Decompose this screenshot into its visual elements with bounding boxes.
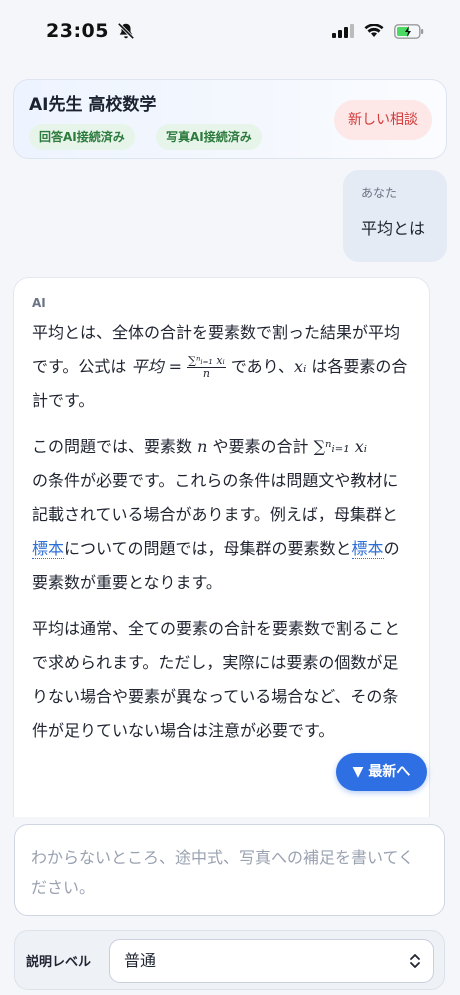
explanation-level-label: 説明レベル: [26, 955, 92, 970]
math-variable: xᵢ: [294, 357, 307, 376]
ai-text: であり、: [230, 357, 295, 376]
page-title: AI先生 高校数学: [29, 95, 157, 115]
ai-paragraph-3: 平均は通常、全ての要素の合計を要素数で割ることで求められます。ただし，実際には要…: [32, 619, 401, 740]
formula-fraction: ∑ⁿᵢ₌₁ xᵢ n: [187, 355, 226, 380]
chevron-updown-icon: [410, 954, 420, 968]
ai-text: についての問題では，母集群の要素数と: [64, 539, 352, 558]
message-input[interactable]: わからないところ、途中式、写真への補足を書いてください。: [14, 824, 445, 916]
new-chat-button[interactable]: 新しい相談: [334, 100, 432, 140]
ai-message-card: AI 平均とは、全体の合計を要素数で割った結果が平均です。公式は 平均 = ∑ⁿ…: [13, 277, 430, 817]
user-message-text: 平均とは: [361, 219, 426, 238]
formula-lhs: 平均 =: [131, 357, 183, 376]
math-variable: n: [197, 437, 208, 456]
scroll-to-latest-button[interactable]: ▼ 最新へ: [336, 753, 427, 791]
wifi-icon: [364, 24, 384, 37]
ai-message-label: AI: [32, 296, 46, 310]
signal-icon: [332, 24, 354, 38]
ai-text: の条件が必要です。これらの条件は問題文や教材に記載されている場合があります。例え…: [32, 471, 399, 524]
answer-ai-status-badge: 回答AI接続済み: [29, 124, 135, 150]
ai-paragraph-2: この問題では、要素数 n や要素の合計 ∑ⁿᵢ₌₁ xᵢ の条件が必要です。これ…: [32, 430, 411, 600]
glossary-link-sample[interactable]: 標本: [351, 539, 384, 559]
status-time: 23:05: [46, 20, 109, 42]
bell-off-icon: [117, 22, 135, 40]
photo-ai-status-badge: 写真AI接続済み: [156, 124, 262, 150]
user-message-bubble: あなた 平均とは: [343, 170, 447, 262]
math-sum: ∑ⁿᵢ₌₁ xᵢ: [313, 437, 367, 456]
explanation-level-select[interactable]: 普通: [109, 939, 434, 983]
status-bar: 23:05: [0, 0, 460, 62]
ai-text: や要素の合計: [212, 437, 309, 456]
header-card: AI先生 高校数学 回答AI接続済み 写真AI接続済み 新しい相談: [13, 79, 447, 159]
glossary-link-sample[interactable]: 標本: [32, 539, 65, 559]
user-message-label: あなた: [361, 186, 398, 200]
fraction-denominator: n: [202, 367, 210, 380]
ai-paragraph-1: 平均とは、全体の合計を要素数で割った結果が平均です。公式は 平均 = ∑ⁿᵢ₌₁…: [32, 316, 411, 418]
ai-text: この問題では、要素数: [32, 437, 193, 456]
battery-charging-icon: [394, 23, 424, 39]
explanation-level-value: 普通: [124, 951, 157, 970]
explanation-level-bar: 説明レベル 普通: [14, 930, 445, 990]
